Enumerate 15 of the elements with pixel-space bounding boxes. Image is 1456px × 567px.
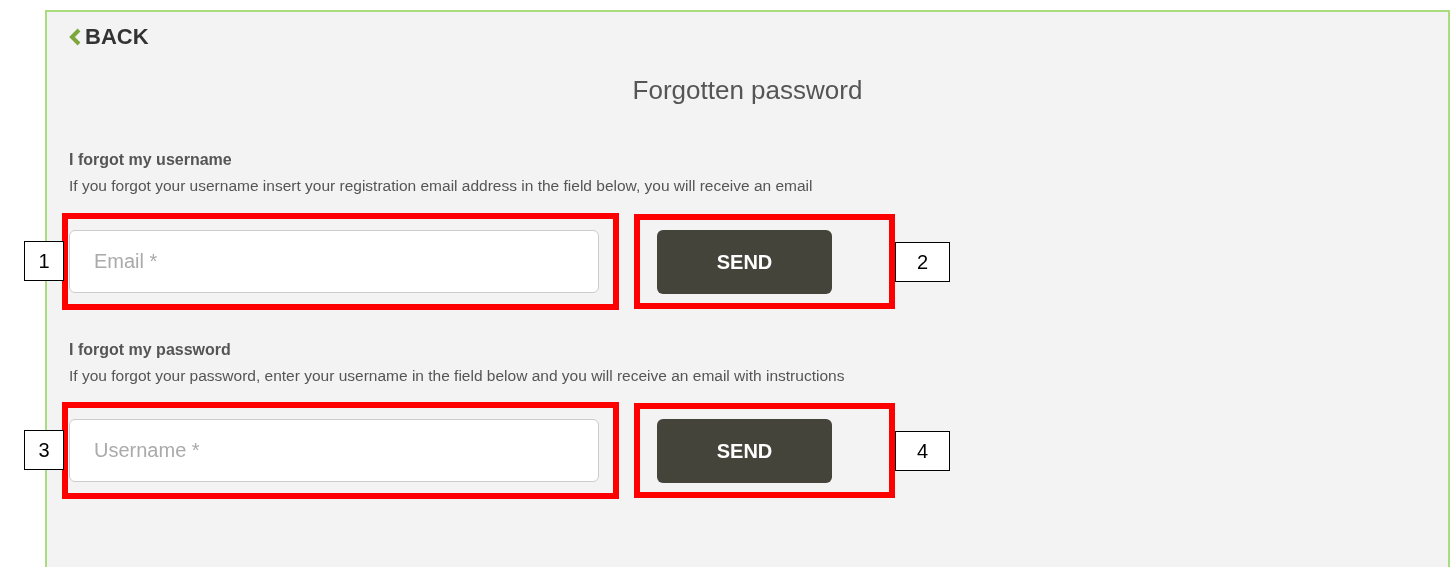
section-heading: I forgot my password [69, 341, 232, 358]
section-heading: I forgot my username [69, 152, 233, 168]
chevron-left-icon [69, 28, 81, 46]
section-description: If you forgot your password, enter your username in the field below and you will receive an email with instructions [69, 367, 846, 383]
send-button[interactable]: SEND [657, 229, 832, 294]
callout-number: 2 [895, 241, 950, 282]
send-button[interactable]: SEND [657, 419, 832, 483]
section-description: If you forgot your username insert your registration email address in the field below, you will receive an email [69, 178, 814, 194]
text-field[interactable]: Username * [69, 419, 599, 482]
text-field[interactable]: Email * [69, 229, 599, 293]
page-title: Forgotten password [631, 77, 864, 103]
callout-number: 4 [895, 431, 950, 471]
callout-number: 3 [24, 430, 64, 470]
back-link[interactable]: BACK [69, 26, 149, 48]
callout-number: 1 [24, 240, 64, 281]
